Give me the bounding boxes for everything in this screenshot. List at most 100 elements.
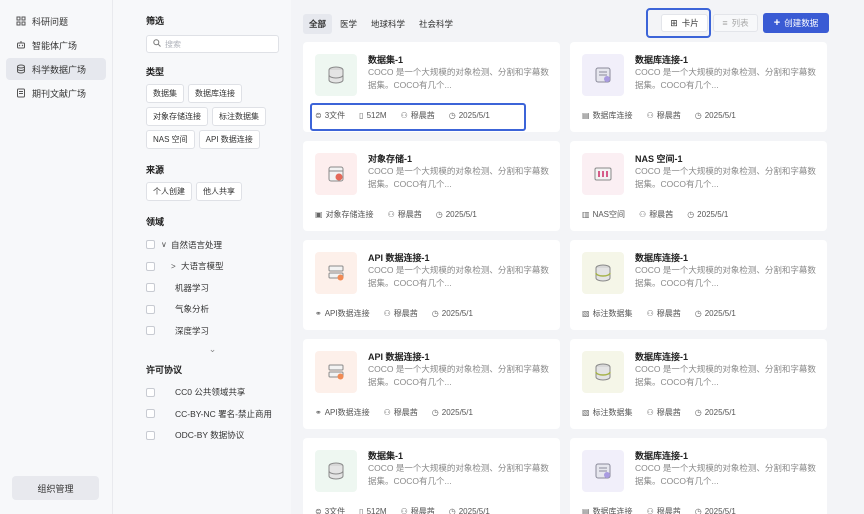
card-meta: ▤ 数据库连接 ⚇ 穆晨茜 ◷ 2025/5/1 [582,110,750,121]
type-tag-dataset[interactable]: 数据集 [146,84,184,103]
filter-title: 筛选 [146,16,165,26]
card-meta: ▣ 对象存储连接 ⚇ 穆晨茜 ◷ 2025/5/1 [315,209,491,220]
card-meta: ▥ NAS空间 ⚇ 穆晨茜 ◷ 2025/5/1 [582,209,742,220]
card-description: COCO 是一个大规模的对象检测、分割和字幕数据集。COCO有几个... [368,166,549,189]
filter-panel: 筛选 类型 数据集 数据库连接 对象存储连接 标注数据集 NAS 空间 API … [113,0,291,514]
checkbox[interactable] [146,283,155,293]
card-description: COCO 是一个大规模的对象检测、分割和字幕数据集。COCO有几个... [368,265,549,288]
owner-meta: ⚇ 穆晨茜 [646,309,681,318]
tab-medicine[interactable]: 医学 [334,14,363,34]
clock-icon: ◷ [694,309,702,318]
checkbox[interactable] [146,261,155,271]
obj-thumbnail-icon [315,153,357,195]
checkbox[interactable] [146,387,155,397]
owner-meta: ⚇ 穆晨茜 [383,309,418,318]
user-icon: ⚇ [383,309,391,318]
label-thumbnail-icon [582,252,624,294]
user-icon: ⚇ [383,408,391,417]
nav-item-science-data[interactable]: 科学数据广场 [6,58,106,80]
chevron-right-icon[interactable]: > [171,262,181,271]
card-description: COCO 是一个大规模的对象检测、分割和字幕数据集。COCO有几个... [635,265,816,288]
domain-label: 机器学习 [175,282,210,293]
source-tag-shared[interactable]: 他人共享 [196,182,242,201]
card-title: NAS 空间-1 [635,154,683,164]
tab-social-science[interactable]: 社会科学 [413,14,459,34]
card-title: 数据集-1 [368,451,404,461]
type-meta: ⚭ API数据连接 [315,408,370,417]
date-meta: ◷ 2025/5/1 [435,210,477,219]
date-meta: ◷ 2025/5/1 [694,408,736,417]
data-card[interactable]: NAS 空间-1 COCO 是一个大规模的对象检测、分割和字幕数据集。COCO有… [570,141,827,231]
type-tag-annotated[interactable]: 标注数据集 [212,107,266,126]
card-description: COCO 是一个大规模的对象检测、分割和字幕数据集。COCO有几个... [635,463,816,486]
type-tag-api[interactable]: API 数据连接 [198,130,260,149]
domain-item[interactable]: > 大语言模型 [146,256,279,278]
create-data-label: 创建数据 [784,18,819,28]
clock-icon: ◷ [694,408,702,417]
type-icon: ▣ [315,210,323,219]
data-card[interactable]: 对象存储-1 COCO 是一个大规模的对象检测、分割和字幕数据集。COCO有几个… [303,141,560,231]
data-card[interactable]: 数据集-1 COCO 是一个大规模的对象检测、分割和字幕数据集。COCO有几个.… [303,438,560,514]
domain-item[interactable]: 深度学习 [146,320,279,342]
source-tags: 个人创建 他人共享 [146,182,286,201]
card-description: COCO 是一个大规模的对象检测、分割和字幕数据集。COCO有几个... [635,364,816,387]
card-title: 数据集-1 [368,55,404,65]
license-label: ODC-BY 数据协议 [175,430,245,441]
api-thumbnail-icon [315,252,357,294]
data-card[interactable]: 数据库连接-1 COCO 是一个大规模的对象检测、分割和字幕数据集。COCO有几… [570,438,827,514]
license-item[interactable]: ODC-BY 数据协议 [146,425,279,447]
type-tag-db[interactable]: 数据库连接 [188,84,242,103]
clock-icon: ◷ [694,507,702,514]
search-input[interactable] [165,39,275,49]
owner-meta: ⚇ 穆晨茜 [400,507,435,514]
list-icon: ≡ [722,18,728,28]
search-box[interactable] [146,35,279,53]
chevron-down-icon[interactable]: ∨ [161,240,171,249]
card-title: 数据库连接-1 [635,55,689,65]
type-meta: ▧ 标注数据集 [582,408,633,417]
checkbox[interactable] [146,409,155,419]
card-title: API 数据连接-1 [368,352,430,362]
user-icon: ⚇ [387,210,395,219]
checkbox[interactable] [146,430,155,440]
type-tag-nas[interactable]: NAS 空间 [146,130,195,149]
nav-item-research[interactable]: 科研问题 [6,10,106,32]
data-card[interactable]: API 数据连接-1 COCO 是一个大规模的对象检测、分割和字幕数据集。COC… [303,339,560,429]
type-icon: ⚭ [315,309,322,318]
card-title: 对象存储-1 [368,154,413,164]
org-management-button[interactable]: 组织管理 [12,476,99,500]
source-tag-own[interactable]: 个人创建 [146,182,192,201]
owner-meta: ⚇ 穆晨茜 [646,507,681,514]
create-data-button[interactable]: + 创建数据 [763,13,829,33]
dataset-thumbnail-icon [315,450,357,492]
card-title: API 数据连接-1 [368,253,430,263]
data-card[interactable]: 数据库连接-1 COCO 是一个大规模的对象检测、分割和字幕数据集。COCO有几… [570,240,827,330]
card-meta: ⊜ 3文件 ▯ 512M ⚇ 穆晨茜 ◷ 2025/5/1 [315,506,504,514]
list-view-button[interactable]: ≡ 列表 [713,14,758,32]
card-meta: ▧ 标注数据集 ⚇ 穆晨茜 ◷ 2025/5/1 [582,407,750,418]
type-icon: ▤ [582,507,590,514]
expand-more-icon[interactable]: ⌄ [146,344,279,355]
data-card[interactable]: 数据库连接-1 COCO 是一个大规模的对象检测、分割和字幕数据集。COCO有几… [570,339,827,429]
main-content: 全部 医学 地球科学 社会科学 ⊞ 卡片 ≡ 列表 + 创建数据 数据集-1 C… [291,0,864,514]
dataset-thumbnail-icon [315,54,357,96]
user-icon: ⚇ [639,210,647,219]
domain-item[interactable]: 机器学习 [146,277,279,299]
nav-item-agents[interactable]: 智能体广场 [6,34,106,56]
nav-item-journals[interactable]: 期刊文献广场 [6,82,106,104]
license-item[interactable]: CC0 公共领域共享 [146,382,279,404]
checkbox[interactable] [146,304,155,314]
license-item[interactable]: CC-BY-NC 署名-禁止商用 [146,403,279,425]
domain-item[interactable]: ∨ 自然语言处理 [146,234,279,256]
tab-all[interactable]: 全部 [303,14,333,34]
type-tag-object-storage[interactable]: 对象存储连接 [146,107,208,126]
card-title: 数据库连接-1 [635,253,689,263]
data-card[interactable]: API 数据连接-1 COCO 是一个大规模的对象检测、分割和字幕数据集。COC… [303,240,560,330]
data-card[interactable]: 数据库连接-1 COCO 是一个大规模的对象检测、分割和字幕数据集。COCO有几… [570,42,827,132]
card-description: COCO 是一个大规模的对象检测、分割和字幕数据集。COCO有几个... [635,67,816,90]
tab-earth-science[interactable]: 地球科学 [365,14,411,34]
checkbox[interactable] [146,240,155,250]
checkbox[interactable] [146,326,155,336]
owner-meta: ⚇ 穆晨茜 [383,408,418,417]
domain-item[interactable]: 气象分析 [146,299,279,321]
